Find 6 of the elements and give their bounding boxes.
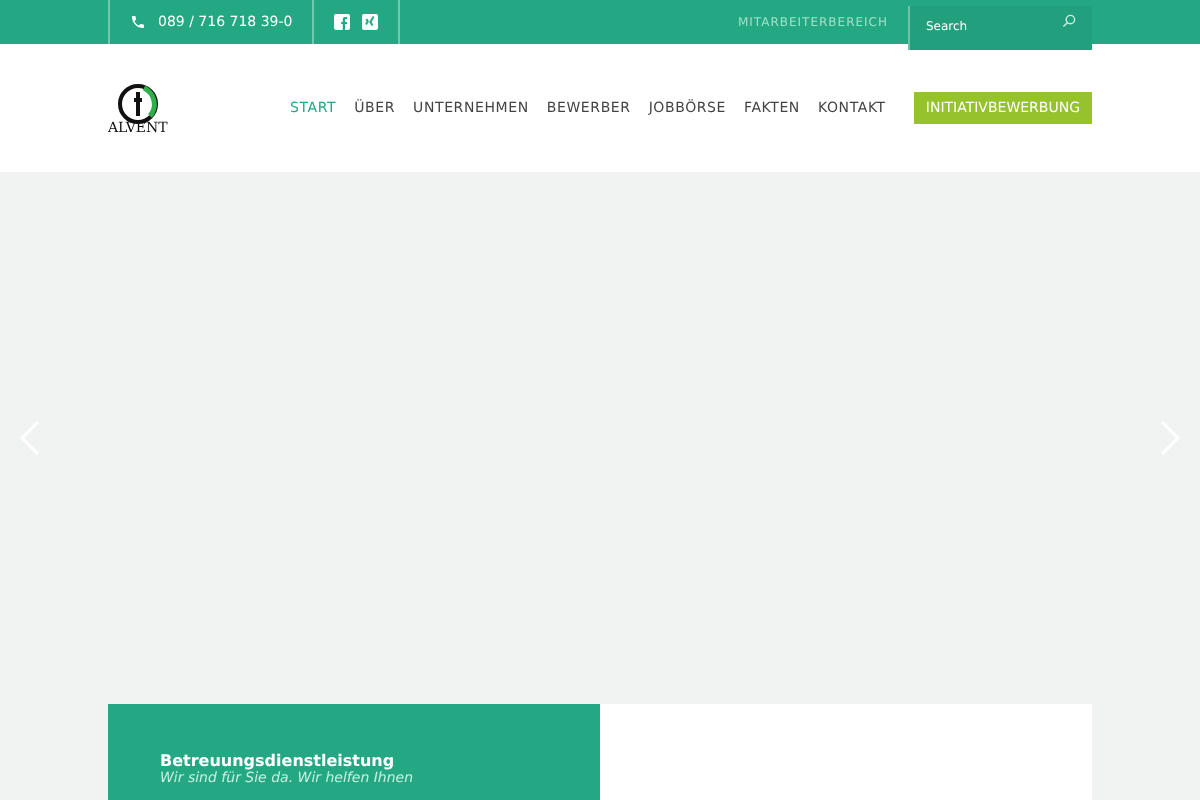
search-icon [1062, 14, 1076, 28]
facebook-icon[interactable] [334, 14, 351, 30]
logo-icon [115, 81, 160, 125]
phone-icon [130, 14, 146, 30]
card-title: Betreuungsdienstleistung [160, 752, 397, 770]
xing-icon[interactable] [362, 14, 379, 30]
